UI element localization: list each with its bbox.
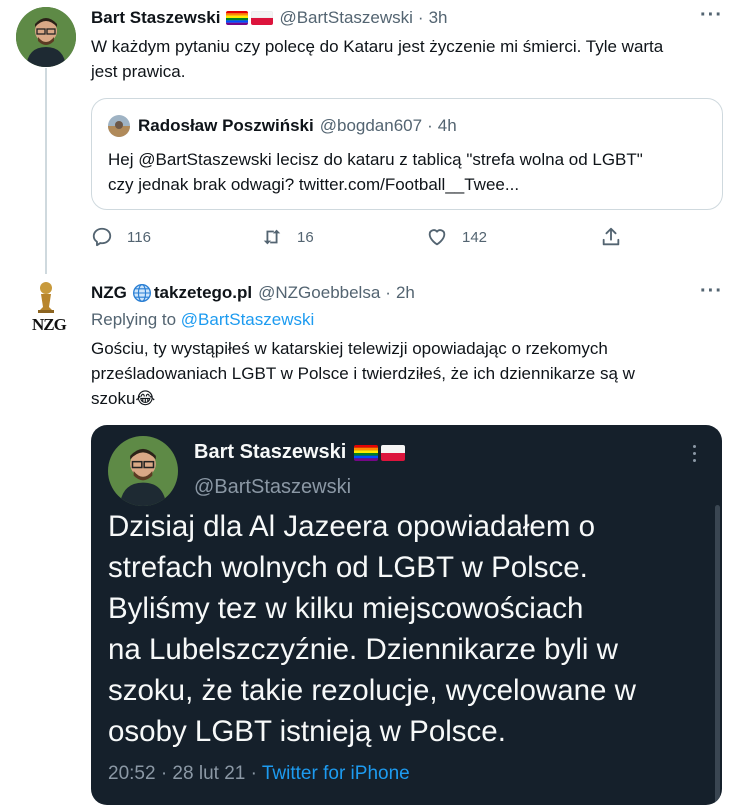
header-separator: · (385, 283, 391, 302)
image-meta: 20:52 · 28 lut 21 · Twitter for iPhone (108, 763, 410, 785)
globe-icon (132, 284, 151, 302)
quoted-text-line: Hej @BartStaszewski lecisz do kataru z t… (108, 150, 643, 169)
reply-count: 116 (127, 228, 151, 246)
like-count: 142 (462, 228, 488, 246)
tweet-text-line: Gościu, ty wystąpiłeś w katarskiej telew… (91, 339, 608, 358)
rainbow-flag-icon (226, 11, 249, 25)
tweet-text: W każdym pytaniu czy polecę do Kataru je… (91, 34, 721, 84)
header-separator: · (427, 116, 433, 135)
image-scrollbar (715, 505, 720, 805)
author-avatar[interactable] (16, 7, 76, 67)
share-icon (602, 227, 620, 246)
author-name[interactable]: Bart Staszewski (91, 8, 220, 28)
image-text-line: Byliśmy tez w kilku miejscowościach (108, 592, 584, 625)
image-text-line: na Lubelszczyźnie. Dziennikarze byli w (108, 633, 618, 666)
author-handle[interactable]: @NZGoebbelsa (258, 283, 380, 303)
image-author-handle: @BartStaszewski (194, 476, 352, 498)
header-separator: · (417, 8, 424, 27)
quoted-text-line: czy jednak brak odwagi? twitter.com/Foot… (108, 175, 520, 194)
like-button[interactable]: 142 (426, 226, 487, 248)
author-handle[interactable]: @BartStaszewski (279, 8, 412, 28)
heart-icon (428, 229, 446, 246)
avatar-label: NZG (32, 315, 67, 334)
laughing-emoji-icon: 😂 (135, 389, 156, 408)
poland-flag-icon (251, 11, 274, 25)
tweet-text-line: jest prawica. (91, 62, 186, 81)
image-timestamp: 20:52 · 28 lut 21 · (108, 763, 257, 784)
more-dots-icon[interactable]: ··· (700, 4, 723, 27)
retweet-icon (263, 229, 281, 245)
tweet-text-line: W każdym pytaniu czy polecę do Kataru je… (91, 37, 664, 56)
tweet-time[interactable]: 3h (429, 8, 448, 28)
tweet-header: NZG takzetego.pl @NZGoebbelsa · 2h (91, 282, 415, 304)
reply-icon (92, 227, 112, 247)
image-source: Twitter for iPhone (261, 763, 410, 784)
author-name[interactable]: NZG (91, 283, 127, 303)
retweet-button[interactable]: 16 (261, 226, 314, 248)
replying-to: Replying to @BartStaszewski (91, 310, 314, 330)
rainbow-flag-icon (354, 444, 379, 461)
image-text-line: strefach wolnych od LGBT w Polsce. (108, 551, 588, 584)
tweet-header: Bart Staszewski @BartStaszewski · 3h (91, 7, 448, 29)
quoted-author-name: Radosław Poszwiński (138, 116, 314, 135)
image-tweet-text: Dzisiaj dla Al Jazeera opowiadałem o str… (108, 506, 688, 752)
author-avatar[interactable]: NZG (16, 279, 76, 339)
image-text-line: szoku, że takie rezolucje, wycelowane w (108, 674, 636, 707)
more-dots-icon[interactable]: ··· (700, 280, 723, 303)
poland-flag-icon (381, 444, 406, 461)
tweet-text: Gościu, ty wystąpiłeś w katarskiej telew… (91, 336, 721, 411)
reply-button[interactable]: 116 (91, 226, 151, 248)
share-button[interactable] (600, 226, 636, 248)
quoted-text: Hej @BartStaszewski lecisz do kataru z t… (108, 147, 708, 197)
tweet-time[interactable]: 2h (396, 283, 415, 303)
tweet-text-line: szoku😂 (91, 386, 721, 411)
quoted-author-avatar (108, 115, 130, 137)
retweet-count: 16 (297, 228, 314, 246)
image-header: Bart Staszewski (194, 441, 406, 464)
image-text-line: Dzisiaj dla Al Jazeera opowiadałem o (108, 510, 596, 543)
replying-handle-link[interactable]: @BartStaszewski (181, 310, 314, 329)
replying-label: Replying to (91, 310, 177, 329)
quoted-tweet-card[interactable]: Radosław Poszwiński @bogdan607 · 4h Hej … (91, 98, 723, 210)
image-text-line: osoby LGBT istnieją w Polsce. (108, 715, 506, 748)
attached-image[interactable]: Bart Staszewski @BartStaszewski Dzisiaj … (91, 425, 722, 805)
quoted-header: Radosław Poszwiński @bogdan607 · 4h (138, 116, 457, 136)
image-author-name: Bart Staszewski (194, 441, 347, 463)
quoted-author-handle: @bogdan607 (319, 116, 423, 135)
quoted-time: 4h (437, 116, 457, 135)
thread-connector-line (45, 68, 47, 274)
image-author-avatar (108, 436, 178, 506)
author-name-link[interactable]: takzetego.pl (154, 283, 252, 303)
vertical-dots-icon (693, 445, 697, 462)
tweet-text-fragment: szoku (91, 389, 136, 408)
tweet-text-line: prześladowaniach LGBT w Polsce i twierdz… (91, 364, 635, 383)
